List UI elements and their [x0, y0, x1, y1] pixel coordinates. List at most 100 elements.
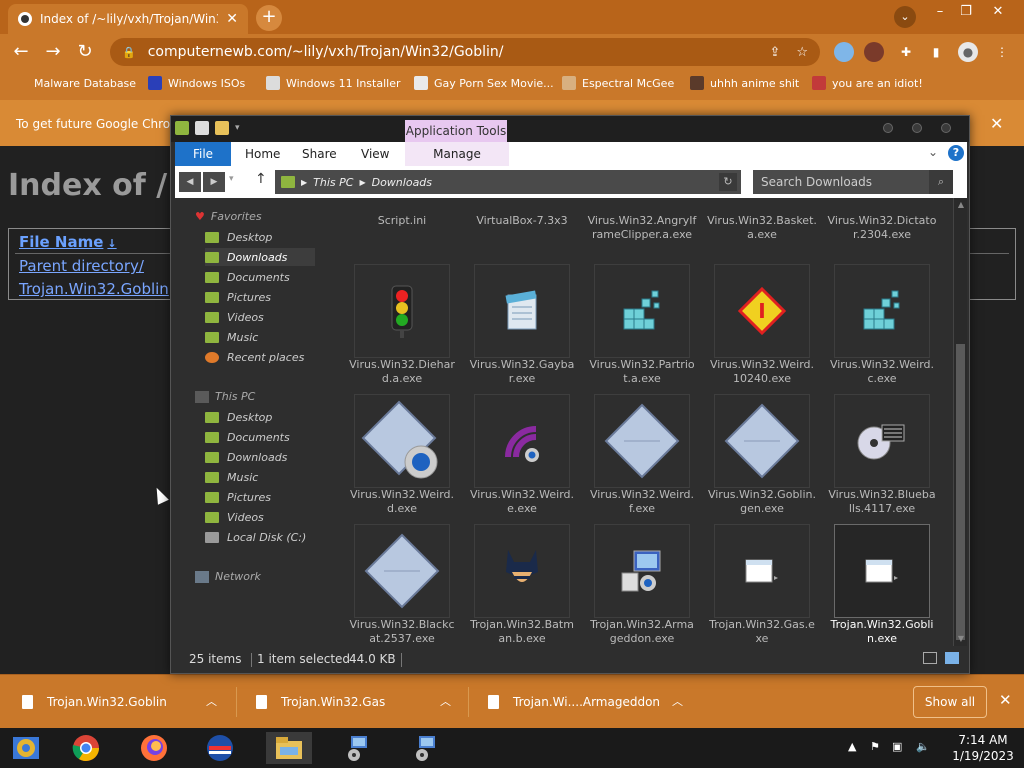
recent-locations-icon[interactable]: ▾: [229, 174, 234, 184]
nav-this-pc[interactable]: This PC: [195, 390, 255, 403]
explorer-forward-icon[interactable]: ▶: [203, 172, 225, 192]
file-tile[interactable]: [834, 394, 930, 488]
reload-icon[interactable]: ↻: [74, 41, 96, 63]
file-label-selected[interactable]: Trojan.Win32.Goblin.exe: [827, 618, 937, 646]
nav-fav-pictures[interactable]: Pictures: [205, 288, 271, 306]
bookmark-malware-database[interactable]: Malware Database: [14, 76, 136, 90]
nav-fav-downloads[interactable]: Downloads: [205, 248, 315, 266]
bookmark-star-icon[interactable]: ☆: [796, 45, 808, 60]
file-label[interactable]: Trojan.Win32.Armageddon.exe: [587, 618, 697, 646]
download-item[interactable]: Trojan.Wi....Armageddon ︿: [488, 675, 698, 729]
file-tile[interactable]: [594, 264, 690, 358]
content-scrollbar[interactable]: ▲ ▼: [953, 198, 967, 646]
parent-directory-link[interactable]: Parent directory/: [19, 257, 144, 275]
show-all-button[interactable]: Show all: [913, 686, 987, 718]
setup-program-icon[interactable]: [406, 732, 446, 764]
file-tile[interactable]: [714, 524, 810, 618]
nav-fav-videos[interactable]: Videos: [205, 308, 264, 326]
nav-pc-downloads[interactable]: Downloads: [205, 448, 287, 466]
breadcrumb-downloads[interactable]: Downloads: [372, 176, 432, 189]
help-icon[interactable]: ?: [948, 145, 964, 161]
file-label[interactable]: Virus.Win32.Gaybar.exe: [467, 358, 577, 386]
file-label[interactable]: Virus.Win32.Weird.e.exe: [467, 488, 577, 516]
sort-file-name-header[interactable]: File Name ↓: [19, 233, 117, 251]
explorer-address-bar[interactable]: ▶ This PC ▶ Downloads ↻: [275, 170, 741, 194]
nav-fav-recent-places[interactable]: Recent places: [205, 348, 304, 366]
explorer-minimize-icon[interactable]: [883, 123, 893, 133]
new-tab-button[interactable]: +: [256, 5, 282, 31]
scroll-thumb[interactable]: [956, 344, 965, 640]
forward-arrow-icon[interactable]: →: [42, 41, 64, 63]
share-icon[interactable]: ⇪: [769, 45, 780, 60]
file-label[interactable]: Virus.Win32.Dictator.2304.exe: [827, 214, 937, 242]
profile-avatar-icon[interactable]: ●: [958, 42, 978, 62]
nav-favorites[interactable]: ♥ Favorites: [195, 210, 262, 223]
firefox-icon[interactable]: [134, 732, 174, 764]
download-shelf-close-icon[interactable]: ✕: [999, 691, 1012, 709]
nav-fav-documents[interactable]: Documents: [205, 268, 290, 286]
up-arrow-icon[interactable]: ↑: [255, 171, 267, 187]
restore-icon[interactable]: ❐: [954, 4, 978, 19]
bookmark-windows-11-installer[interactable]: Windows 11 Installer: [266, 76, 401, 90]
search-icon[interactable]: ⌕: [929, 170, 953, 194]
url-text[interactable]: computernewb.com/~lily/vxh/Trojan/Win32/…: [148, 44, 754, 60]
download-item[interactable]: Trojan.Win32.Gas ︿: [256, 675, 469, 729]
chrome-icon[interactable]: [66, 732, 106, 764]
nav-pc-desktop[interactable]: Desktop: [205, 408, 272, 426]
chevron-up-icon[interactable]: ︿: [672, 693, 683, 709]
goblin-file-link[interactable]: Trojan.Win32.Goblin: [19, 280, 169, 298]
wordpad-icon[interactable]: [200, 732, 240, 764]
nav-pc-videos[interactable]: Videos: [205, 508, 264, 526]
details-view-icon[interactable]: [923, 652, 937, 664]
clock[interactable]: 7:14 AM 1/19/2023: [946, 732, 1020, 764]
back-arrow-icon[interactable]: ←: [10, 41, 32, 63]
scroll-down-icon[interactable]: ▼: [956, 634, 966, 644]
window-close-icon[interactable]: ✕: [986, 4, 1010, 19]
properties-icon[interactable]: [195, 121, 209, 135]
download-item[interactable]: Trojan.Win32.Goblin ︿: [22, 675, 237, 729]
file-label[interactable]: Virus.Win32.Weird.d.exe: [347, 488, 457, 516]
chevron-up-icon[interactable]: ︿: [440, 693, 451, 709]
nav-pc-music[interactable]: Music: [205, 468, 258, 486]
nav-fav-music[interactable]: Music: [205, 328, 258, 346]
qat-dropdown-icon[interactable]: ▾: [235, 123, 240, 133]
nav-pc-documents[interactable]: Documents: [205, 428, 290, 446]
explorer-maximize-icon[interactable]: [912, 123, 922, 133]
scroll-up-icon[interactable]: ▲: [956, 200, 966, 210]
search-downloads-input[interactable]: Search Downloads ⌕: [753, 170, 953, 194]
extension-flag-icon[interactable]: [834, 42, 854, 62]
file-tile[interactable]: [474, 524, 570, 618]
file-explorer-icon[interactable]: [266, 732, 312, 764]
extension-avatar-icon[interactable]: [864, 42, 884, 62]
explorer-back-icon[interactable]: ◀: [179, 172, 201, 192]
file-label[interactable]: Script.ini: [347, 214, 457, 228]
file-label[interactable]: VirtualBox-7.3x3: [467, 214, 577, 228]
file-label[interactable]: Virus.Win32.Goblin.gen.exe: [707, 488, 817, 516]
file-label[interactable]: Virus.Win32.Basket.a.exe: [707, 214, 817, 242]
nav-pc-pictures[interactable]: Pictures: [205, 488, 271, 506]
file-label[interactable]: Trojan.Win32.Batman.b.exe: [467, 618, 577, 646]
action-center-flag-icon[interactable]: ⚑: [870, 740, 880, 753]
extensions-puzzle-icon[interactable]: ✚: [896, 42, 916, 62]
file-label[interactable]: Trojan.Win32.Gas.exe: [707, 618, 817, 646]
chevron-up-icon[interactable]: ︿: [206, 693, 217, 709]
large-icons-view-icon[interactable]: [945, 652, 959, 664]
file-tile[interactable]: [594, 394, 690, 488]
tab-share[interactable]: Share: [302, 142, 337, 166]
nav-pc-local-disk[interactable]: Local Disk (C:): [205, 528, 306, 546]
chrome-canary-icon[interactable]: [6, 732, 46, 764]
file-tile[interactable]: [594, 524, 690, 618]
file-tile[interactable]: I: [714, 264, 810, 358]
tab-view[interactable]: View: [361, 142, 389, 166]
address-bar[interactable]: 🔒 computernewb.com/~lily/vxh/Trojan/Win3…: [110, 38, 820, 66]
tab-search-chevron-icon[interactable]: ⌄: [894, 6, 916, 28]
tray-chevron-icon[interactable]: ▲: [848, 740, 856, 753]
file-tile-selected[interactable]: [834, 524, 930, 618]
bookmark-anime[interactable]: uhhh anime shit: [690, 76, 799, 90]
file-tile[interactable]: [474, 264, 570, 358]
tab-home[interactable]: Home: [245, 142, 280, 166]
new-folder-icon[interactable]: [215, 121, 229, 135]
file-tile[interactable]: [474, 394, 570, 488]
browser-tab[interactable]: Index of /~lily/vxh/Trojan/Win32/Goblin/…: [8, 4, 248, 34]
volume-icon[interactable]: 🔈: [916, 740, 930, 753]
